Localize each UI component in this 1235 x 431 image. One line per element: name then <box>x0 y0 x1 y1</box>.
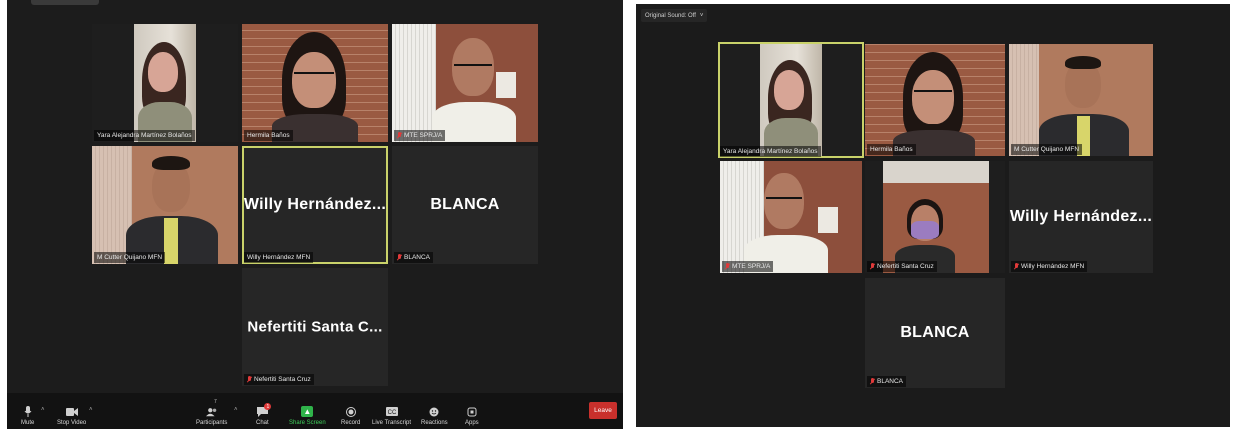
apps-button[interactable]: Apps <box>465 406 479 426</box>
record-button[interactable]: Record <box>341 406 360 426</box>
mic-muted-icon <box>725 263 730 270</box>
leave-button[interactable]: Leave <box>589 402 617 419</box>
top-view-button[interactable] <box>31 0 99 5</box>
zoom-window-right: Original Sound: Off ˅ Yara Alejandra Mar… <box>636 4 1230 427</box>
participant-name-label: Yara Alejandra Martínez Bolaños <box>720 146 821 157</box>
chat-unread-badge: 1 <box>264 403 272 410</box>
svg-text:CC: CC <box>387 410 396 416</box>
participant-name-label: MTE SPRJ/A <box>394 130 446 141</box>
participant-name-label: Hermila Baños <box>244 130 293 141</box>
participant-display-name: BLANCA <box>430 196 500 213</box>
participant-name-label: BLANCA <box>867 376 907 387</box>
video-tile[interactable]: Yara Alejandra Martínez Bolaños <box>718 42 864 158</box>
meeting-toolbar: Mute ˄ Stop Video ˄ Participants 7 ˄ 1 C… <box>7 393 623 429</box>
participant-name-label: M Cutter Quijano MFN <box>94 252 166 263</box>
smiley-icon <box>428 406 440 417</box>
video-tile[interactable]: M Cutter Quijano MFN <box>1009 44 1153 156</box>
chat-icon: 1 <box>256 403 272 417</box>
apps-icon <box>466 406 478 417</box>
mic-muted-icon <box>870 263 875 270</box>
chat-button[interactable]: 1 Chat <box>256 403 272 426</box>
reactions-button[interactable]: Reactions <box>421 406 448 426</box>
participant-name-label: Nefertiti Santa Cruz <box>867 261 937 272</box>
video-camera-icon <box>65 406 78 417</box>
participant-name-label: Willy Hernández MFN <box>244 252 314 263</box>
chevron-up-icon[interactable]: ˄ <box>234 407 238 413</box>
video-tile[interactable]: Nefertiti Santa Cruz <box>865 161 1005 273</box>
video-feed <box>883 161 989 273</box>
video-tile[interactable]: Hermila Baños <box>242 24 388 142</box>
chevron-up-icon[interactable]: ˄ <box>89 407 93 413</box>
mute-button[interactable]: Mute <box>21 406 34 426</box>
participant-name-label: MTE SPRJ/A <box>722 261 774 272</box>
share-screen-button[interactable]: ▲ Share Screen <box>289 406 326 426</box>
mic-muted-icon <box>1014 263 1019 270</box>
mic-muted-icon <box>397 132 402 139</box>
record-icon <box>345 406 357 417</box>
participant-display-name: Willy Hernández... <box>243 196 387 213</box>
participant-name-label: Willy Hernández MFN <box>1011 261 1088 272</box>
video-tile[interactable]: BLANCA BLANCA <box>392 146 538 264</box>
participants-icon <box>205 406 218 417</box>
original-sound-toggle[interactable]: Original Sound: Off ˅ <box>641 9 708 22</box>
video-tile[interactable]: M Cutter Quijano MFN <box>92 146 238 264</box>
participant-name-label: Nefertiti Santa Cruz <box>244 374 314 385</box>
video-tile[interactable]: Yara Alejandra Martínez Bolaños <box>92 24 238 142</box>
participant-name-label: Hermila Baños <box>867 144 916 155</box>
participant-name-label: Yara Alejandra Martínez Bolaños <box>94 130 195 141</box>
video-feed <box>760 44 822 156</box>
video-tile[interactable]: Willy Hernández... Willy Hernández MFN <box>242 146 388 264</box>
mic-muted-icon <box>247 376 252 383</box>
video-tile[interactable]: MTE SPRJ/A <box>392 24 538 142</box>
video-tile[interactable]: BLANCA BLANCA <box>865 278 1005 388</box>
mic-muted-icon <box>397 254 402 261</box>
zoom-window-left: Yara Alejandra Martínez Bolaños Hermila … <box>7 0 623 429</box>
closed-caption-icon: CC <box>385 406 398 417</box>
video-tile[interactable]: Nefertiti Santa C... Nefertiti Santa Cru… <box>242 268 388 386</box>
share-screen-icon: ▲ <box>301 406 314 417</box>
participants-count: 7 <box>214 399 217 405</box>
video-tile[interactable]: Willy Hernández... Willy Hernández MFN <box>1009 161 1153 273</box>
chevron-down-icon: ˅ <box>699 12 704 19</box>
microphone-icon <box>22 406 34 417</box>
participants-button[interactable]: Participants <box>196 406 227 426</box>
video-feed <box>134 24 196 142</box>
chevron-up-icon[interactable]: ˄ <box>41 407 45 413</box>
participant-display-name: BLANCA <box>900 324 970 341</box>
stop-video-button[interactable]: Stop Video <box>57 406 86 426</box>
participant-display-name: Willy Hernández... <box>1009 208 1153 225</box>
participant-name-label: BLANCA <box>394 252 434 263</box>
participant-display-name: Nefertiti Santa C... <box>247 318 383 336</box>
live-transcript-button[interactable]: CC Live Transcript <box>372 406 411 426</box>
mic-muted-icon <box>870 378 875 385</box>
video-tile[interactable]: MTE SPRJ/A <box>720 161 862 273</box>
video-tile[interactable]: Hermila Baños <box>865 44 1005 156</box>
participant-name-label: M Cutter Quijano MFN <box>1011 144 1083 155</box>
